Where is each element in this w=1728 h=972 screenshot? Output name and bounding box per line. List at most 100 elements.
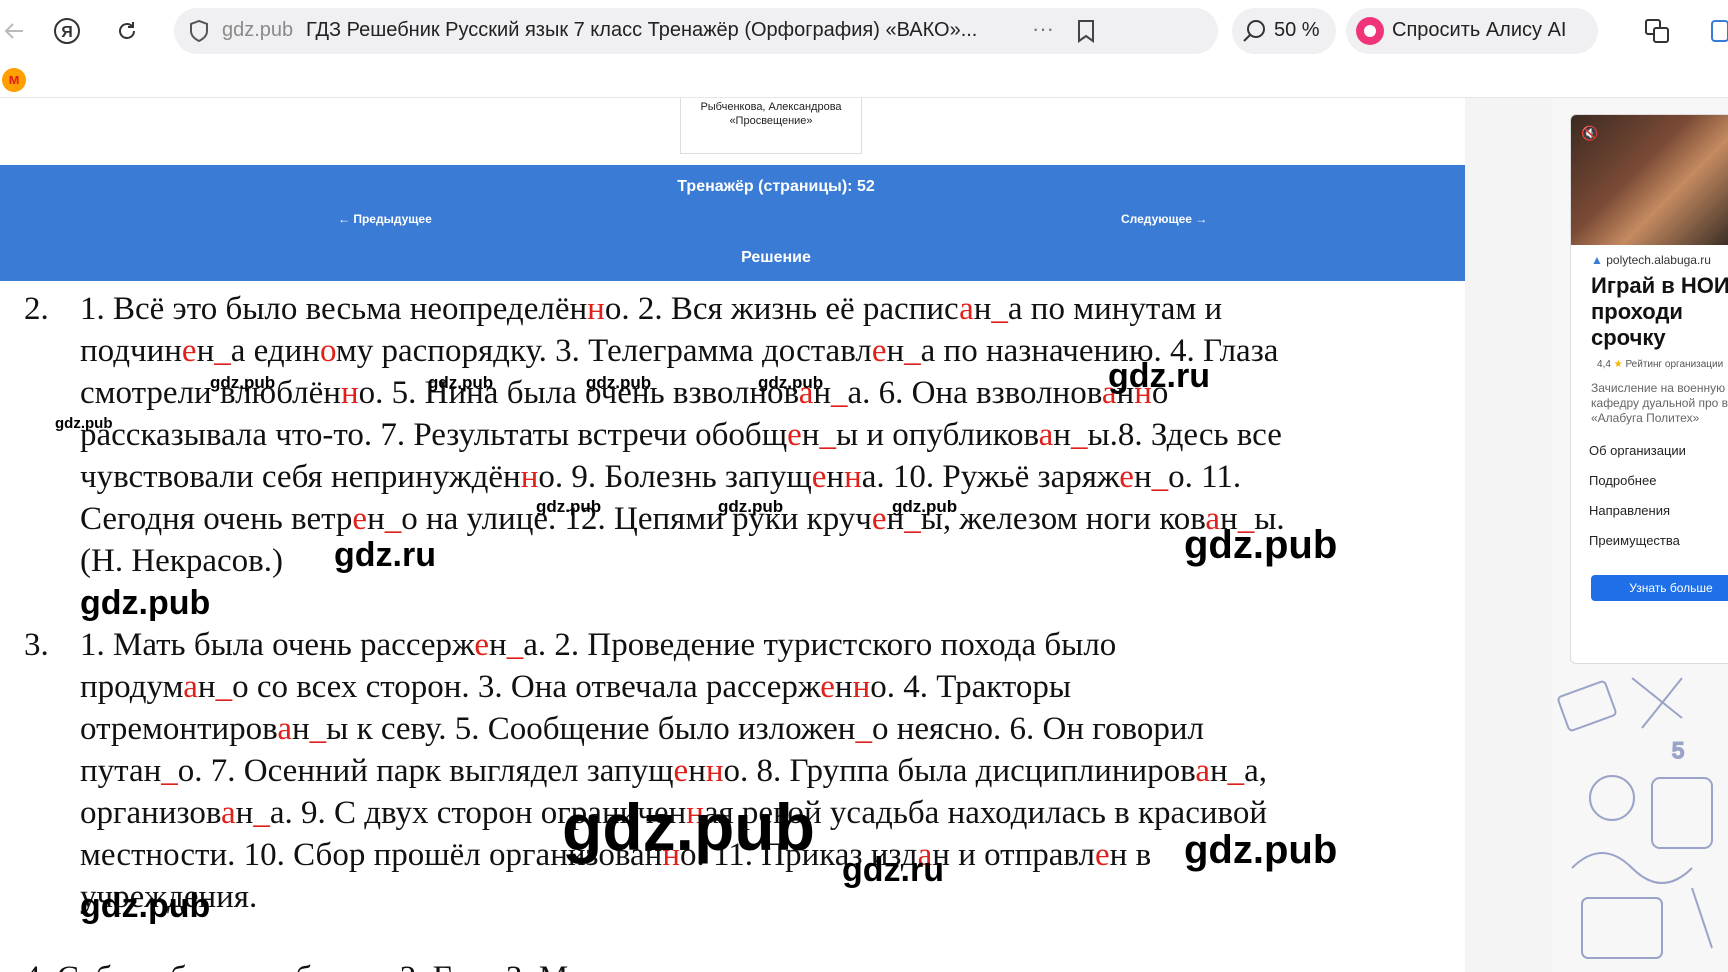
highlighted-letter: е	[673, 753, 689, 789]
text-segment: 1. Всё это было весьма неопределён	[80, 291, 588, 327]
highlighted-letter: _	[1070, 417, 1088, 453]
prev-link[interactable]: ← Предыдущее	[338, 212, 432, 226]
ad-cta-button[interactable]: Узнать больше	[1591, 575, 1728, 601]
highlighted-letter: _	[384, 501, 402, 537]
text-segment: н	[291, 711, 310, 747]
ad-rating-label: Рейтинг организации	[1625, 359, 1724, 370]
highlighted-letter: е	[787, 417, 802, 453]
text-segment: а. 6. Она взволнов	[847, 375, 1102, 411]
text-segment: о со всех сторон. 3. Она отвечала рассер…	[232, 669, 821, 705]
text-segment: а по минутам и	[1007, 291, 1223, 327]
page-gutter	[1465, 98, 1552, 972]
ad-card[interactable]: 🔇 ▲ polytech.alabuga.ru Играй в НОИ и пр…	[1570, 114, 1728, 664]
solution-line: путан_о. 7. Осенний парк выглядел запуще…	[80, 750, 1267, 792]
highlighted-letter: _	[819, 417, 836, 453]
highlighted-letter: е	[352, 501, 368, 537]
text-segment: н	[1053, 417, 1071, 453]
page-content: Рыбченкова, Александрова «Просвещение» Т…	[0, 98, 1552, 972]
text-segment: н и отправл	[932, 837, 1096, 873]
text-segment: о. 8. Группа была дисциплиниров	[723, 753, 1196, 789]
text-segment: отремонтиров	[80, 711, 278, 747]
solution-line: рассказывала что-то. 7. Результаты встре…	[80, 414, 1285, 456]
ad-cta-label: Узнать больше	[1629, 581, 1713, 595]
text-segment: чувствовали себя непринуждён	[80, 459, 521, 495]
item-number: 3.	[24, 627, 49, 663]
svg-text:5: 5	[1672, 738, 1684, 763]
mute-icon[interactable]: 🔇	[1581, 125, 1598, 142]
extension-icon[interactable]	[1710, 14, 1728, 48]
translate-icon[interactable]	[1640, 14, 1674, 48]
solution-line: 1. Всё это было весьма неопределённо. 2.…	[80, 288, 1285, 330]
text-segment: н	[235, 795, 254, 831]
text-segment: продум	[80, 669, 184, 705]
watermark: gdz.pub	[55, 415, 113, 432]
highlighted-letter: а	[221, 795, 236, 831]
text-segment: н	[1133, 459, 1152, 495]
highlighted-letter: _	[253, 795, 270, 831]
highlighted-letter: е	[181, 333, 197, 369]
next-link[interactable]: Следующее →	[1121, 212, 1207, 226]
star-icon: ★	[1613, 359, 1623, 370]
highlighted-letter: _	[1227, 753, 1245, 789]
text-segment: н	[886, 333, 905, 369]
highlighted-letter: е	[1095, 837, 1110, 873]
shield-icon[interactable]	[188, 19, 210, 48]
solution-line: 1. Мать была очень рассержен_а. 2. Прове…	[80, 624, 1267, 666]
text-segment: Сегодня очень ветр	[80, 501, 353, 537]
watermark: gdz.pub	[536, 497, 602, 516]
highlighted-letter: а	[1038, 417, 1054, 453]
text-segment: н	[688, 753, 706, 789]
highlighted-letter: н	[340, 375, 359, 411]
text-segment: о. 5. Нина была очень взволнов	[358, 375, 799, 411]
text-segment: подчин	[80, 333, 182, 369]
back-arrow-icon[interactable]	[0, 14, 28, 48]
ad-description: Зачисление на военную кафедру дуальной п…	[1591, 381, 1728, 425]
text-segment: а. 2. Проведение туристского похода было	[523, 627, 1117, 663]
watermark: gdz.pub	[892, 497, 958, 516]
watermark: gdz.pub	[80, 584, 211, 622]
ad-link-directions[interactable]: Направления	[1589, 503, 1670, 518]
ad-headline[interactable]: Играй в НОИ и проходи срочку	[1591, 273, 1728, 351]
ad-link-advantages[interactable]: Преимущества	[1589, 533, 1680, 548]
item-lines: 1. Всё это было весьма неопределённо. 2.…	[80, 288, 1285, 582]
arrow-left-icon: ←	[338, 212, 350, 226]
book-thumbnail[interactable]: Рыбченкова, Александрова «Просвещение»	[680, 98, 862, 154]
ad-domain-icon: ▲	[1591, 253, 1603, 267]
text-segment: ы, железом ноги ков	[920, 501, 1206, 537]
text-segment: о. 7. Осенний парк выглядел запущ	[177, 753, 674, 789]
market-favicon-icon[interactable]: м	[2, 68, 26, 92]
ad-link-about[interactable]: Об организации	[1589, 443, 1686, 458]
highlighted-letter: н	[705, 753, 724, 789]
solution-image: 2. 1. Всё это было весьма неопределённо.…	[0, 281, 1465, 972]
highlighted-letter: _	[831, 375, 848, 411]
text-segment: ы.8. Здесь все	[1087, 417, 1282, 453]
zoom-indicator[interactable]: 50 %	[1232, 8, 1336, 54]
highlighted-letter: а	[959, 291, 974, 327]
bookmark-icon[interactable]	[1076, 19, 1096, 48]
text-segment: н	[973, 291, 992, 327]
ad-domain[interactable]: ▲ polytech.alabuga.ru	[1591, 253, 1711, 267]
highlighted-letter: н	[844, 459, 862, 495]
text-segment: 1. Мать была очень рассерж	[80, 627, 475, 663]
reload-icon[interactable]	[110, 14, 144, 48]
solution-line: продуман_о со всех сторон. 3. Она отвеча…	[80, 666, 1267, 708]
text-segment: н	[367, 501, 385, 537]
yandex-logo-icon[interactable]: Я	[50, 14, 84, 48]
watermark: gdz.ru	[334, 536, 436, 574]
highlighted-letter: а	[1195, 753, 1210, 789]
watermark: gdz.pub	[718, 497, 784, 516]
solution-line: Сегодня очень ветрен_о на улице. 12. Цеп…	[80, 498, 1285, 540]
watermark: gdz.pub	[562, 790, 815, 864]
text-segment: н	[834, 669, 853, 705]
cutoff-line: 4. Соб... ...быть в ...бежно. 2. Г... ..…	[24, 957, 593, 972]
text-segment: рассказывала что-то. 7. Результаты встре…	[80, 417, 788, 453]
ask-alice-button[interactable]: Спросить Алису AI	[1346, 8, 1598, 54]
ad-link-more[interactable]: Подробнее	[1589, 473, 1656, 488]
highlighted-letter: _	[161, 753, 178, 789]
address-bar[interactable]: gdz.pub ГДЗ Решебник Русский язык 7 клас…	[174, 8, 1218, 54]
watermark: gdz.pub	[210, 373, 276, 392]
ad-video[interactable]: 🔇	[1571, 115, 1728, 245]
more-icon[interactable]: ···	[1032, 16, 1054, 42]
alice-label: Спросить Алису AI	[1392, 19, 1567, 41]
text-segment: (Н. Некрасов.)	[80, 543, 283, 579]
